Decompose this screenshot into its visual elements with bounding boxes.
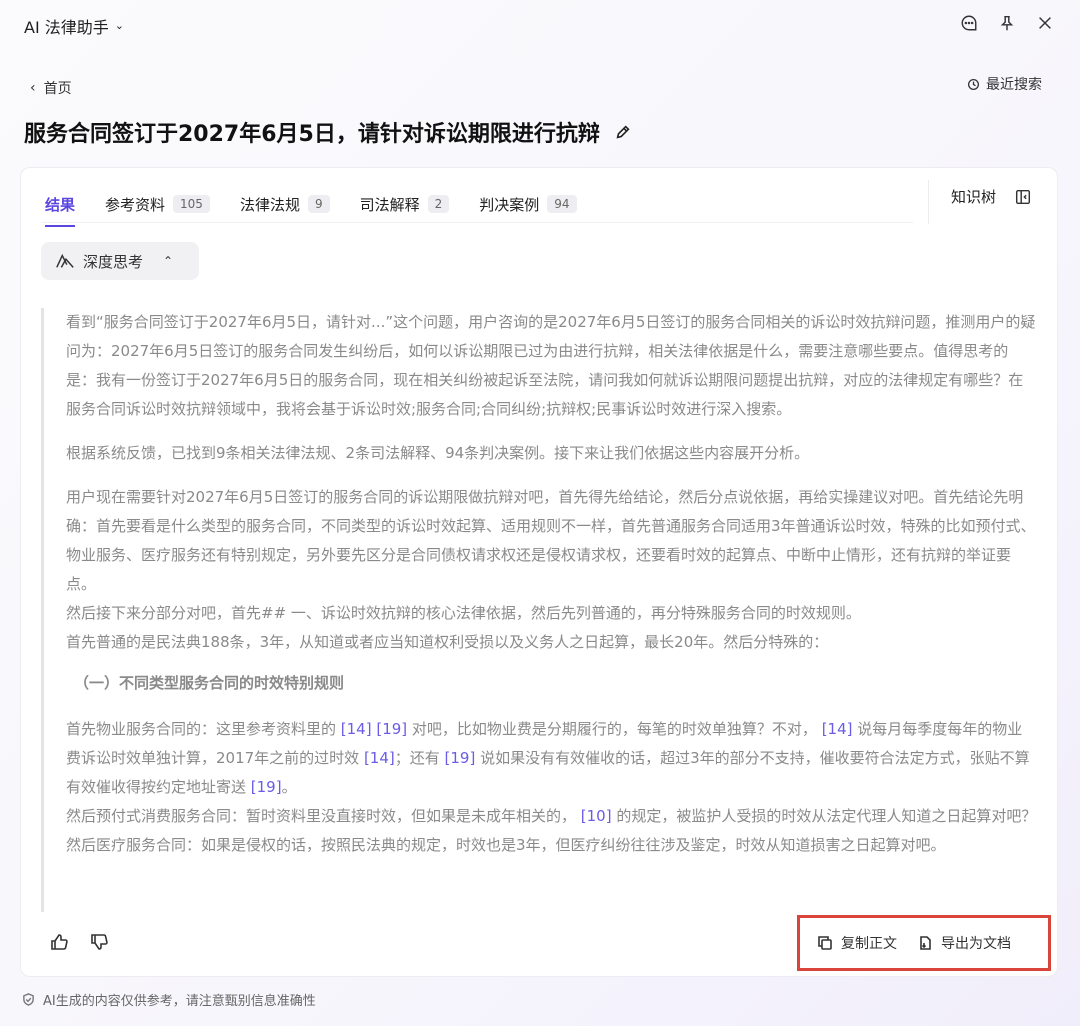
chevron-up-icon: ⌃: [163, 254, 174, 268]
think-paragraph: 看到“服务合同签订于2027年6月5日，请针对...”这个问题，用户咨询的是20…: [66, 313, 1036, 418]
text-span: 首先物业服务合同的：这里参考资料里的: [66, 720, 341, 738]
tab-label: 参考资料: [105, 195, 166, 214]
chat-icon[interactable]: [958, 12, 980, 34]
back-label: 首页: [43, 81, 72, 97]
tab-judicial-interpretations[interactable]: 司法解释 2: [360, 189, 450, 219]
count-badge: 2: [427, 195, 450, 213]
deep-think-icon: [56, 253, 74, 268]
reference-link[interactable]: [19]: [251, 778, 282, 796]
knowledge-tree-button[interactable]: 知识树: [951, 186, 1032, 207]
think-paragraph: 用户现在需要针对2027年6月5日签订的服务合同的诉讼期限做抗辩对吧，首先得先给…: [66, 488, 1036, 593]
reference-link[interactable]: [19]: [376, 720, 407, 738]
reference-link[interactable]: [14]: [822, 720, 853, 738]
tab-cases[interactable]: 判决案例 94: [479, 189, 577, 219]
page-title: 服务合同签订于2027年6月5日，请针对诉讼期限进行抗辩: [24, 116, 632, 148]
top-bar: AI 法律助手 ⌄: [0, 0, 1080, 50]
close-icon[interactable]: [1034, 12, 1056, 34]
recent-search-label: 最近搜索: [986, 77, 1042, 93]
thumbs-down-icon[interactable]: [89, 932, 109, 952]
think-paragraph: 根据系统反馈，已找到9条相关法律法规、2条司法解释、94条判决案例。接下来让我们…: [66, 444, 810, 462]
think-paragraph: 然后医疗服务合同：如果是侵权的话，按照民法典的规定，时效也是3年，但医疗纠纷往往…: [66, 836, 946, 854]
back-home-link[interactable]: ‹ 首页: [30, 78, 72, 98]
reference-link[interactable]: [19]: [445, 749, 476, 767]
feedback-buttons: [49, 932, 109, 952]
reference-link[interactable]: [14]: [341, 720, 372, 738]
app-title: AI 法律助手: [24, 18, 109, 37]
pin-icon[interactable]: [996, 12, 1018, 34]
edit-pencil-icon[interactable]: [614, 123, 632, 141]
tab-label: 司法解释: [359, 195, 420, 214]
count-badge: 9: [307, 195, 330, 213]
chevron-left-icon: ‹: [30, 80, 36, 96]
recent-search-button[interactable]: 最近搜索: [967, 74, 1042, 94]
section-heading: （一）不同类型服务合同的时效特别规则: [74, 674, 345, 692]
think-paragraph-property: 首先物业服务合同的：这里参考资料里的 [14] [19] 对吧，比如物业费是分期…: [66, 715, 1037, 802]
highlight-annotation-box: [797, 915, 1051, 971]
think-paragraph-prepaid: 然后预付式消费服务合同：暂时资料里没直接时效，但如果是未成年相关的， [10] …: [66, 802, 1037, 831]
result-card: 结果 参考资料 105 法律法规 9 司法解释 2 判决案例 94 知识树 深度…: [20, 167, 1058, 977]
reference-link[interactable]: [10]: [581, 807, 612, 825]
panel-toggle-icon: [1015, 189, 1031, 204]
chevron-down-icon: ⌄: [114, 18, 124, 32]
result-tabs: 结果 参考资料 105 法律法规 9 司法解释 2 判决案例 94: [45, 184, 577, 227]
shield-check-icon: [23, 993, 34, 1006]
think-paragraph: 首先普通的是民法典188条，3年，从知道或者应当知道权利受损以及义务人之日起算，…: [66, 633, 829, 651]
text-span: 对吧，比如物业费是分期履行的，每笔的时效单独算？不对，: [407, 720, 822, 738]
tab-laws[interactable]: 法律法规 9: [240, 189, 330, 219]
text-span: 的规定，被监护人受损的时效从法定代理人知道之日起算对吧？: [611, 807, 1037, 825]
thumbs-up-icon[interactable]: [49, 932, 69, 952]
deep-think-toggle[interactable]: 深度思考 ⌃: [41, 242, 199, 280]
tab-references[interactable]: 参考资料 105: [105, 189, 210, 219]
knowledge-tree-label: 知识树: [951, 188, 997, 206]
tab-label: 结果: [45, 195, 76, 214]
vertical-separator: [928, 180, 929, 224]
think-paragraph: 然后接下来分部分对吧，首先## 一、诉讼时效抗辩的核心法律依据，然后先列普通的，…: [66, 604, 861, 622]
disclaimer-text: AI生成的内容仅供参考，请注意甄别信息准确性: [43, 994, 316, 1009]
count-badge: 94: [547, 195, 577, 213]
ai-disclaimer: AI生成的内容仅供参考，请注意甄别信息准确性: [22, 990, 316, 1009]
text-span: 。: [281, 778, 297, 796]
deep-think-content: 看到“服务合同签订于2027年6月5日，请针对...”这个问题，用户咨询的是20…: [41, 308, 1041, 912]
count-badge: 105: [173, 195, 210, 213]
tab-label: 判决案例: [479, 195, 540, 214]
tab-divider: [41, 222, 913, 223]
page-title-text: 服务合同签订于2027年6月5日，请针对诉讼期限进行抗辩: [24, 122, 600, 147]
text-span: 然后预付式消费服务合同：暂时资料里没直接时效，但如果是未成年相关的，: [66, 807, 581, 825]
app-title-dropdown[interactable]: AI 法律助手 ⌄: [24, 14, 124, 38]
history-icon: [967, 78, 980, 90]
text-span: ；还有: [394, 749, 445, 767]
window-controls: [958, 12, 1056, 34]
deep-think-label: 深度思考: [83, 252, 144, 271]
tab-result[interactable]: 结果: [45, 189, 76, 227]
tab-label: 法律法规: [239, 195, 300, 214]
reference-link[interactable]: [14]: [364, 749, 395, 767]
